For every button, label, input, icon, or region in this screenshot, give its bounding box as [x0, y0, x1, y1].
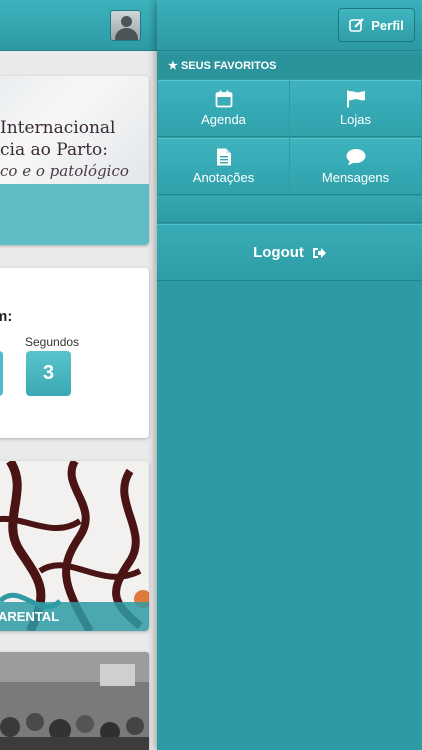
art-card[interactable]: ARENTAL	[0, 461, 149, 631]
tile-agenda-label: Agenda	[201, 112, 246, 127]
favorites-header: ★ SEUS FAVORITOS	[157, 53, 422, 79]
tile-mensagens[interactable]: Mensagens	[290, 138, 421, 195]
art-card-label: ARENTAL	[0, 602, 149, 631]
countdown-card: m: s Segundos 3	[0, 268, 149, 438]
side-menu: Perfil ★ SEUS FAVORITOS Agenda Lojas Ano	[157, 0, 422, 750]
countdown-seconds-label: Segundos	[25, 335, 80, 349]
tile-lojas-label: Lojas	[339, 112, 372, 127]
star-icon: ★	[168, 60, 178, 72]
menu-header: Perfil	[157, 0, 422, 51]
avatar-body	[115, 28, 138, 40]
tile-agenda[interactable]: Agenda	[158, 80, 289, 137]
tile-lojas[interactable]: Lojas	[290, 80, 421, 137]
banner-line-2: cia ao Parto:	[0, 140, 109, 160]
avatar-button[interactable]	[110, 10, 141, 41]
banner-line-1: Internacional	[0, 118, 116, 138]
chat-bubble-icon	[346, 149, 365, 166]
countdown-title: m:	[0, 308, 13, 325]
event-banner-card[interactable]: Internacional cia ao Parto: co e o patol…	[0, 76, 149, 245]
flag-icon	[346, 90, 365, 108]
favorites-header-label: SEUS FAVORITOS	[180, 60, 277, 72]
logout-label: Logout	[253, 244, 304, 261]
edit-icon	[349, 18, 365, 32]
main-header	[0, 0, 157, 51]
tile-mensagens-label: Mensagens	[321, 170, 390, 185]
tile-anotacoes-label: Anotações	[192, 170, 255, 185]
avatar-head	[121, 16, 132, 27]
profile-button-label: Perfil	[371, 17, 404, 33]
profile-button[interactable]: Perfil	[338, 8, 415, 42]
countdown-partial-box	[0, 351, 3, 396]
tile-anotacoes[interactable]: Anotações	[158, 138, 289, 195]
banner-footer	[0, 184, 149, 245]
main-content: Internacional cia ao Parto: co e o patol…	[0, 0, 157, 750]
document-icon	[216, 148, 231, 166]
photo-card[interactable]	[0, 652, 149, 750]
logout-arrow-icon	[312, 247, 326, 258]
countdown-seconds-value: 3	[26, 351, 71, 396]
event-banner-image: Internacional cia ao Parto: co e o patol…	[0, 76, 149, 184]
calendar-icon	[215, 90, 232, 108]
banner-line-3: co e o patológico	[0, 162, 129, 180]
menu-separator-row	[157, 196, 422, 223]
audience-photo	[0, 652, 149, 750]
logout-button[interactable]: Logout	[157, 224, 422, 281]
